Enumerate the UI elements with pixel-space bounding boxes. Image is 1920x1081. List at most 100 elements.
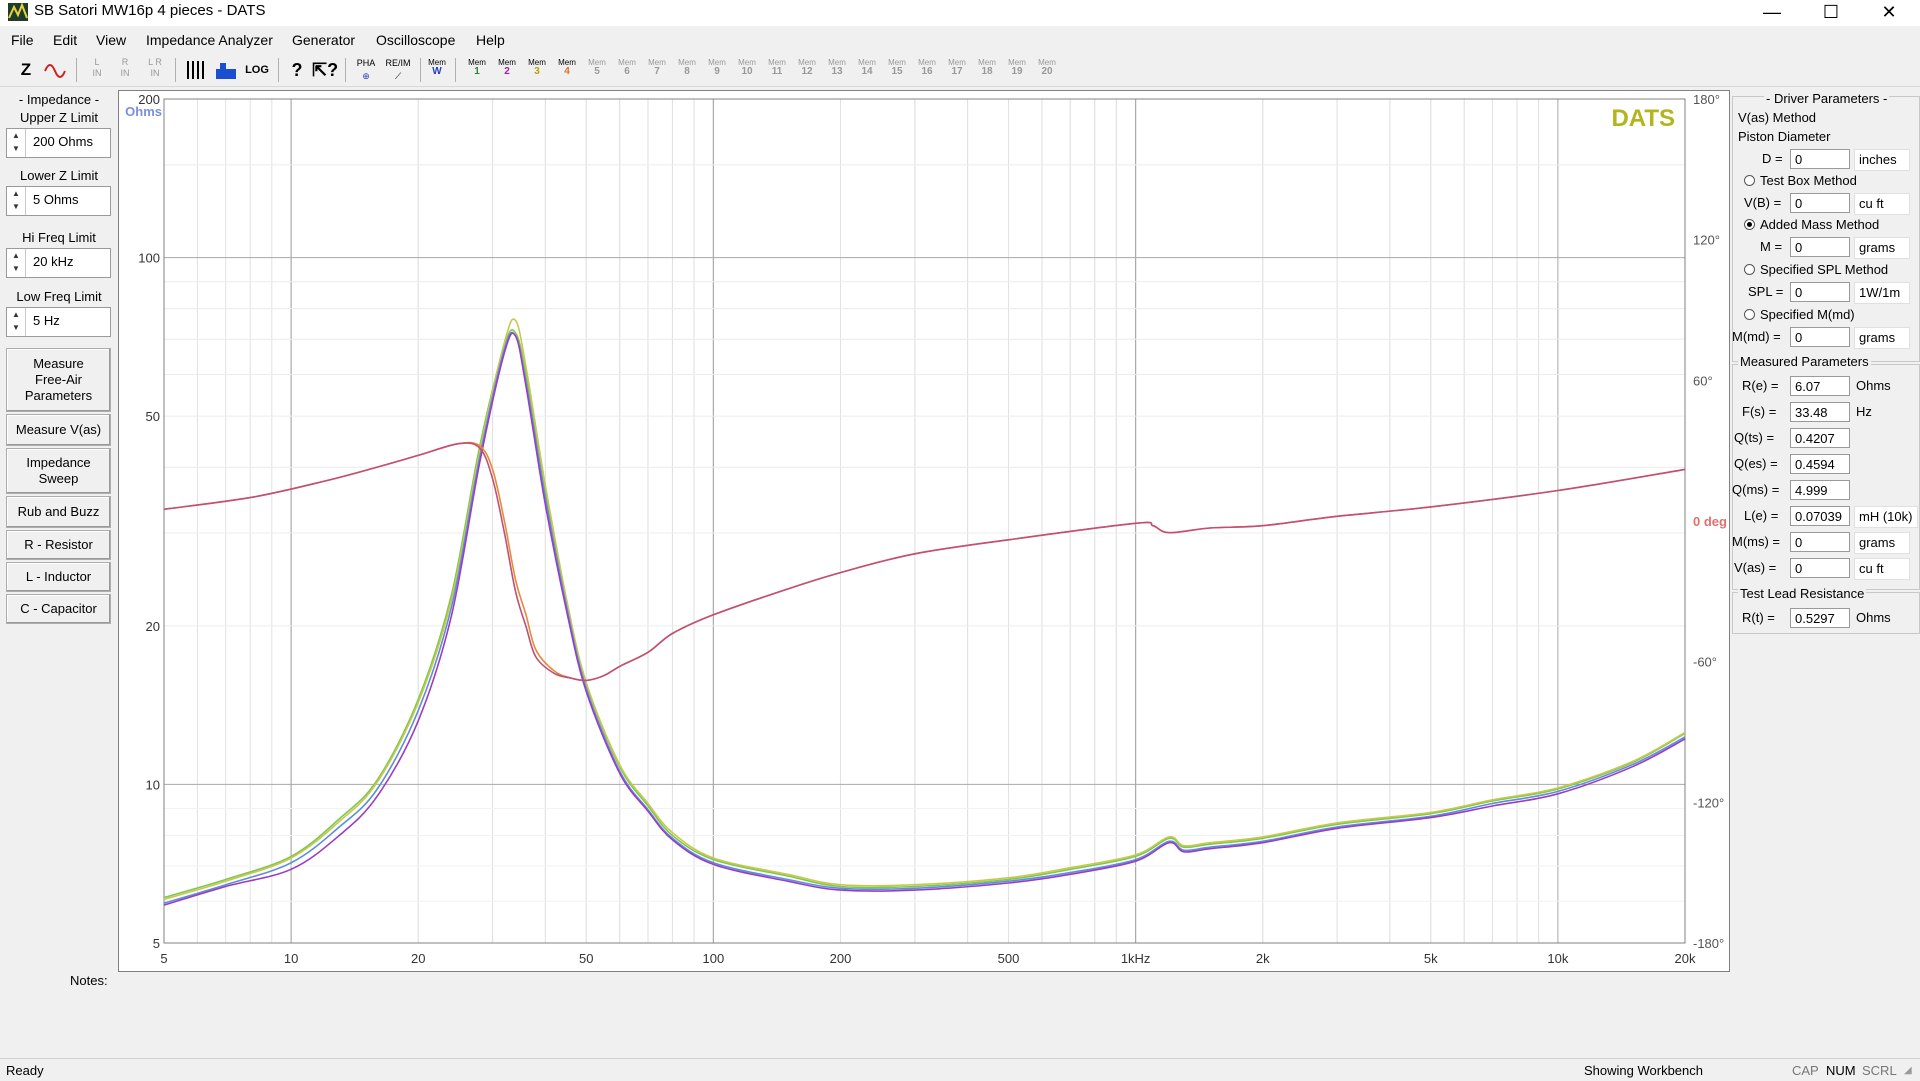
mem-slot-4-button[interactable]: Mem 4 [556, 58, 578, 82]
specified-mmd-radio[interactable] [1744, 309, 1755, 320]
mem-slot-3-button[interactable]: Mem 3 [526, 58, 548, 82]
rt-input[interactable]: 0.5297 [1790, 608, 1850, 628]
waveform-button[interactable] [42, 57, 68, 83]
phase-button[interactable]: PHA ⊕ [353, 57, 379, 83]
toolbar: Z L IN R IN L R IN LOG ? ⇱? PHA ⊕ RE/IM ⟋ Mem… [0, 54, 1920, 87]
re-im-button[interactable]: RE/IM ⟋ [384, 57, 412, 83]
mem-slot-7-button[interactable]: Mem 7 [646, 58, 668, 82]
mem-slot-17-button[interactable]: Mem 17 [946, 58, 968, 82]
mem-slot-13-button[interactable]: Mem 13 [826, 58, 848, 82]
spl-unit: 1W/1m [1854, 282, 1910, 304]
menu-edit[interactable]: Edit [53, 32, 77, 48]
menu-oscilloscope[interactable]: Oscilloscope [376, 32, 455, 48]
close-button[interactable]: ✕ [1860, 0, 1918, 26]
right-in-button[interactable]: R IN [114, 57, 136, 83]
x-axis-tick-label: 10k [1547, 951, 1568, 966]
impedance-sweep-button[interactable]: Impedance Sweep [6, 448, 111, 494]
menu-view[interactable]: View [96, 32, 126, 48]
log-scale-button[interactable]: LOG [244, 57, 270, 83]
mem-slot-8-button[interactable]: Mem 8 [676, 58, 698, 82]
mmd-unit: grams [1854, 327, 1910, 349]
hi-freq-label: Hi Freq Limit [10, 230, 108, 245]
spinner-arrows-icon[interactable]: ▲ ▼ [7, 308, 26, 336]
vas-value: 0 [1790, 558, 1850, 578]
qts-label: Q(ts) = [1734, 430, 1775, 445]
x-axis-tick-label: 10 [284, 951, 298, 966]
hi-freq-spinner[interactable]: ▲ ▼ 20 kHz [6, 248, 111, 278]
context-help-button[interactable]: ⇱? [312, 57, 338, 83]
vb-input[interactable]: 0 [1790, 193, 1850, 213]
m-input[interactable]: 0 [1790, 237, 1850, 257]
impedance-plot[interactable]: 200 100 50 20 10 5 Ohms 180° 120° 60° 0 deg -60° -12… [118, 90, 1730, 972]
added-mass-radio[interactable] [1744, 219, 1755, 230]
measure-vas-button[interactable]: Measure V(as) [6, 414, 111, 446]
d-input[interactable]: 0 [1790, 149, 1850, 169]
mem-w-button[interactable]: Mem W [426, 58, 448, 82]
spl-input[interactable]: 0 [1790, 282, 1850, 302]
menu-file[interactable]: File [11, 32, 34, 48]
ohms-unit-label: Ohms [125, 104, 162, 119]
re-im-label: RE/IM [385, 58, 411, 68]
spinner-arrows-icon[interactable]: ▲ ▼ [7, 129, 26, 157]
right-axis-tick-label: 0 deg [1693, 514, 1727, 529]
mem-slot-9-button[interactable]: Mem 9 [706, 58, 728, 82]
re-unit: Ohms [1856, 378, 1891, 393]
mem-slot-5-button[interactable]: Mem 5 [586, 58, 608, 82]
spinner-arrows-icon[interactable]: ▲ ▼ [7, 249, 26, 277]
impedance-series-0 [163, 329, 1686, 899]
mem-slot-number: 13 [831, 66, 843, 77]
vas-unit: cu ft [1854, 558, 1910, 580]
lower-z-spinner[interactable]: ▲ ▼ 5 Ohms [6, 186, 111, 216]
impedance-series-3 [163, 332, 1686, 906]
low-freq-spinner[interactable]: ▲ ▼ 5 Hz [6, 307, 111, 337]
spinner-arrows-icon[interactable]: ▲ ▼ [7, 187, 26, 215]
piston-diameter-label: Piston Diameter [1738, 129, 1831, 144]
phase-series-5 [163, 442, 1686, 682]
mem-slot-10-button[interactable]: Mem 10 [736, 58, 758, 82]
menu-impedance-analyzer[interactable]: Impedance Analyzer [146, 32, 273, 48]
c-capacitor-button[interactable]: C - Capacitor [6, 594, 111, 624]
measure-free-air-button[interactable]: Measure Free-Air Parameters [6, 348, 111, 412]
mmd-input[interactable]: 0 [1790, 327, 1850, 347]
mem-slot-1-button[interactable]: Mem 1 [466, 58, 488, 82]
upper-z-spinner[interactable]: ▲ ▼ 200 Ohms [6, 128, 111, 158]
menu-generator[interactable]: Generator [292, 32, 355, 48]
mem-slot-20-button[interactable]: Mem 20 [1036, 58, 1058, 82]
rub-and-buzz-button[interactable]: Rub and Buzz [6, 496, 111, 528]
mem-slot-14-button[interactable]: Mem 14 [856, 58, 878, 82]
test-box-radio[interactable] [1744, 175, 1755, 186]
driver-parameters-panel: - Driver Parameters - V(as) Method Pisto… [1730, 88, 1920, 688]
lr-in-label: L R [148, 57, 162, 67]
mem-slot-15-button[interactable]: Mem 15 [886, 58, 908, 82]
minimize-button[interactable]: — [1743, 0, 1801, 26]
toolbar-separator [455, 58, 456, 82]
mem-slot-11-button[interactable]: Mem 11 [766, 58, 788, 82]
mem-slot-2-button[interactable]: Mem 2 [496, 58, 518, 82]
left-in-button[interactable]: L IN [86, 57, 108, 83]
grid-lines-button[interactable] [184, 57, 208, 83]
m-label: M = [1760, 239, 1783, 254]
vas-label: V(as) = [1734, 560, 1777, 575]
mem-slot-6-button[interactable]: Mem 6 [616, 58, 638, 82]
resize-grip-icon[interactable]: ◢ [1904, 1065, 1912, 1076]
lr-in-button[interactable]: L R IN [143, 57, 167, 83]
menu-help[interactable]: Help [476, 32, 505, 48]
maximize-button[interactable]: ☐ [1802, 0, 1860, 26]
context-help-icon: ⇱? [312, 60, 339, 80]
bar-display-button[interactable] [214, 57, 238, 83]
notes-area[interactable] [118, 972, 1728, 1054]
help-button[interactable]: ? [286, 57, 308, 83]
specified-spl-radio[interactable] [1744, 264, 1755, 275]
mem-slot-18-button[interactable]: Mem 18 [976, 58, 998, 82]
mem-slot-16-button[interactable]: Mem 16 [916, 58, 938, 82]
l-inductor-button[interactable]: L - Inductor [6, 562, 111, 592]
vas-method-label: V(as) Method [1738, 110, 1817, 125]
z-mode-button[interactable]: Z [14, 57, 38, 83]
r-resistor-button[interactable]: R - Resistor [6, 530, 111, 560]
mem-slot-19-button[interactable]: Mem 19 [1006, 58, 1028, 82]
mem-slot-12-button[interactable]: Mem 12 [796, 58, 818, 82]
mem-slot-number: 19 [1011, 66, 1023, 77]
test-box-label: Test Box Method [1760, 173, 1857, 188]
mem-slot-number: 3 [534, 66, 540, 77]
x-axis-tick-label: 500 [998, 951, 1020, 966]
